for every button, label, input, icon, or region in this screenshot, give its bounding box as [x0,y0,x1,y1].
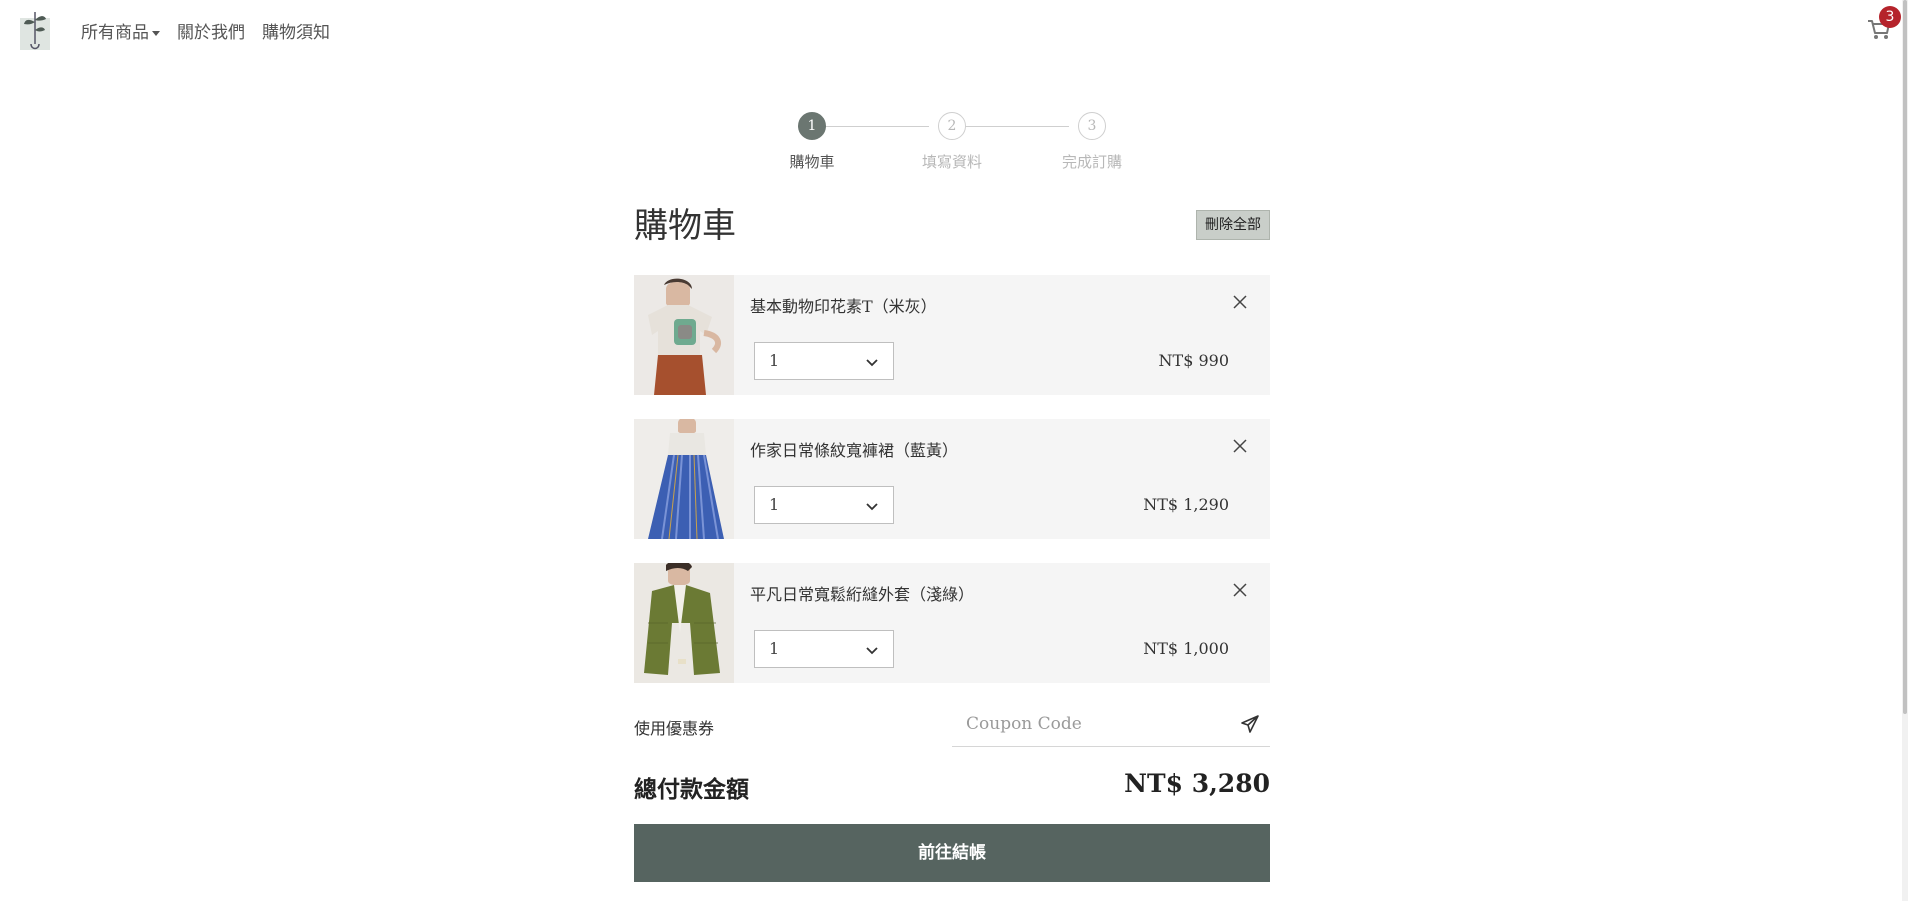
step-connector [819,126,929,127]
step-3-label: 完成訂購 [1061,153,1122,171]
scrollbar[interactable] [1902,0,1908,901]
chevron-down-icon [866,503,878,511]
product-name[interactable]: 平凡日常寬鬆絎縫外套（淺綠） [750,581,974,605]
send-icon[interactable] [1240,714,1260,734]
chevron-down-icon [866,359,878,367]
checkout-button[interactable]: 前往結帳 [634,824,1270,882]
coupon-input[interactable] [952,704,1232,744]
chevron-down-icon [866,647,878,655]
nav-item-all-products[interactable]: 所有商品 [81,18,160,43]
nav-item-about[interactable]: 關於我們 [177,18,245,43]
nav-item-shopping-guide[interactable]: 購物須知 [262,18,330,43]
product-image[interactable] [634,563,734,683]
quantity-value: 1 [769,351,780,370]
total-label: 總付款金額 [634,776,749,803]
item-price: NT$ 1,290 [1143,495,1229,514]
step-2-circle: 2 [938,112,966,140]
step-1-circle: 1 [798,112,826,140]
cart-item: 平凡日常寬鬆絎縫外套（淺綠） 1 NT$ 1,000 [634,563,1270,683]
scrollbar-thumb[interactable] [1903,0,1907,714]
step-3-circle: 3 [1078,112,1106,140]
coupon-field [952,704,1270,747]
clear-all-button[interactable]: 刪除全部 [1196,210,1270,240]
item-price: NT$ 990 [1158,351,1229,370]
checkout-stepper: 1 2 3 購物車 填寫資料 完成訂購 [770,112,1138,172]
product-name[interactable]: 作家日常條紋寬褲裙（藍黃） [750,437,958,461]
page-title: 購物車 [634,206,736,246]
coupon-label: 使用優惠券 [634,719,715,738]
product-image[interactable] [634,275,734,395]
step-1-label: 購物車 [789,153,835,171]
cart-count-badge: 3 [1879,6,1901,28]
close-icon[interactable] [1229,291,1251,313]
item-price: NT$ 1,000 [1143,639,1229,658]
product-name[interactable]: 基本動物印花素T（米灰） [750,293,937,317]
navbar: 所有商品 關於我們 購物須知 3 [0,0,1908,60]
brand-logo[interactable] [18,8,52,52]
quantity-select[interactable]: 1 [754,630,894,668]
step-connector [959,126,1069,127]
caret-down-icon [152,31,160,36]
product-image[interactable] [634,419,734,539]
step-2-label: 填寫資料 [921,153,982,171]
quantity-value: 1 [769,495,780,514]
quantity-value: 1 [769,639,780,658]
total-amount: NT$ 3,280 [1124,769,1270,798]
close-icon[interactable] [1229,435,1251,457]
cart-item: 作家日常條紋寬褲裙（藍黃） 1 NT$ 1,290 [634,419,1270,539]
close-icon[interactable] [1229,579,1251,601]
cart-item: 基本動物印花素T（米灰） 1 NT$ 990 [634,275,1270,395]
nav-item-label: 所有商品 [81,23,149,43]
quantity-select[interactable]: 1 [754,342,894,380]
quantity-select[interactable]: 1 [754,486,894,524]
